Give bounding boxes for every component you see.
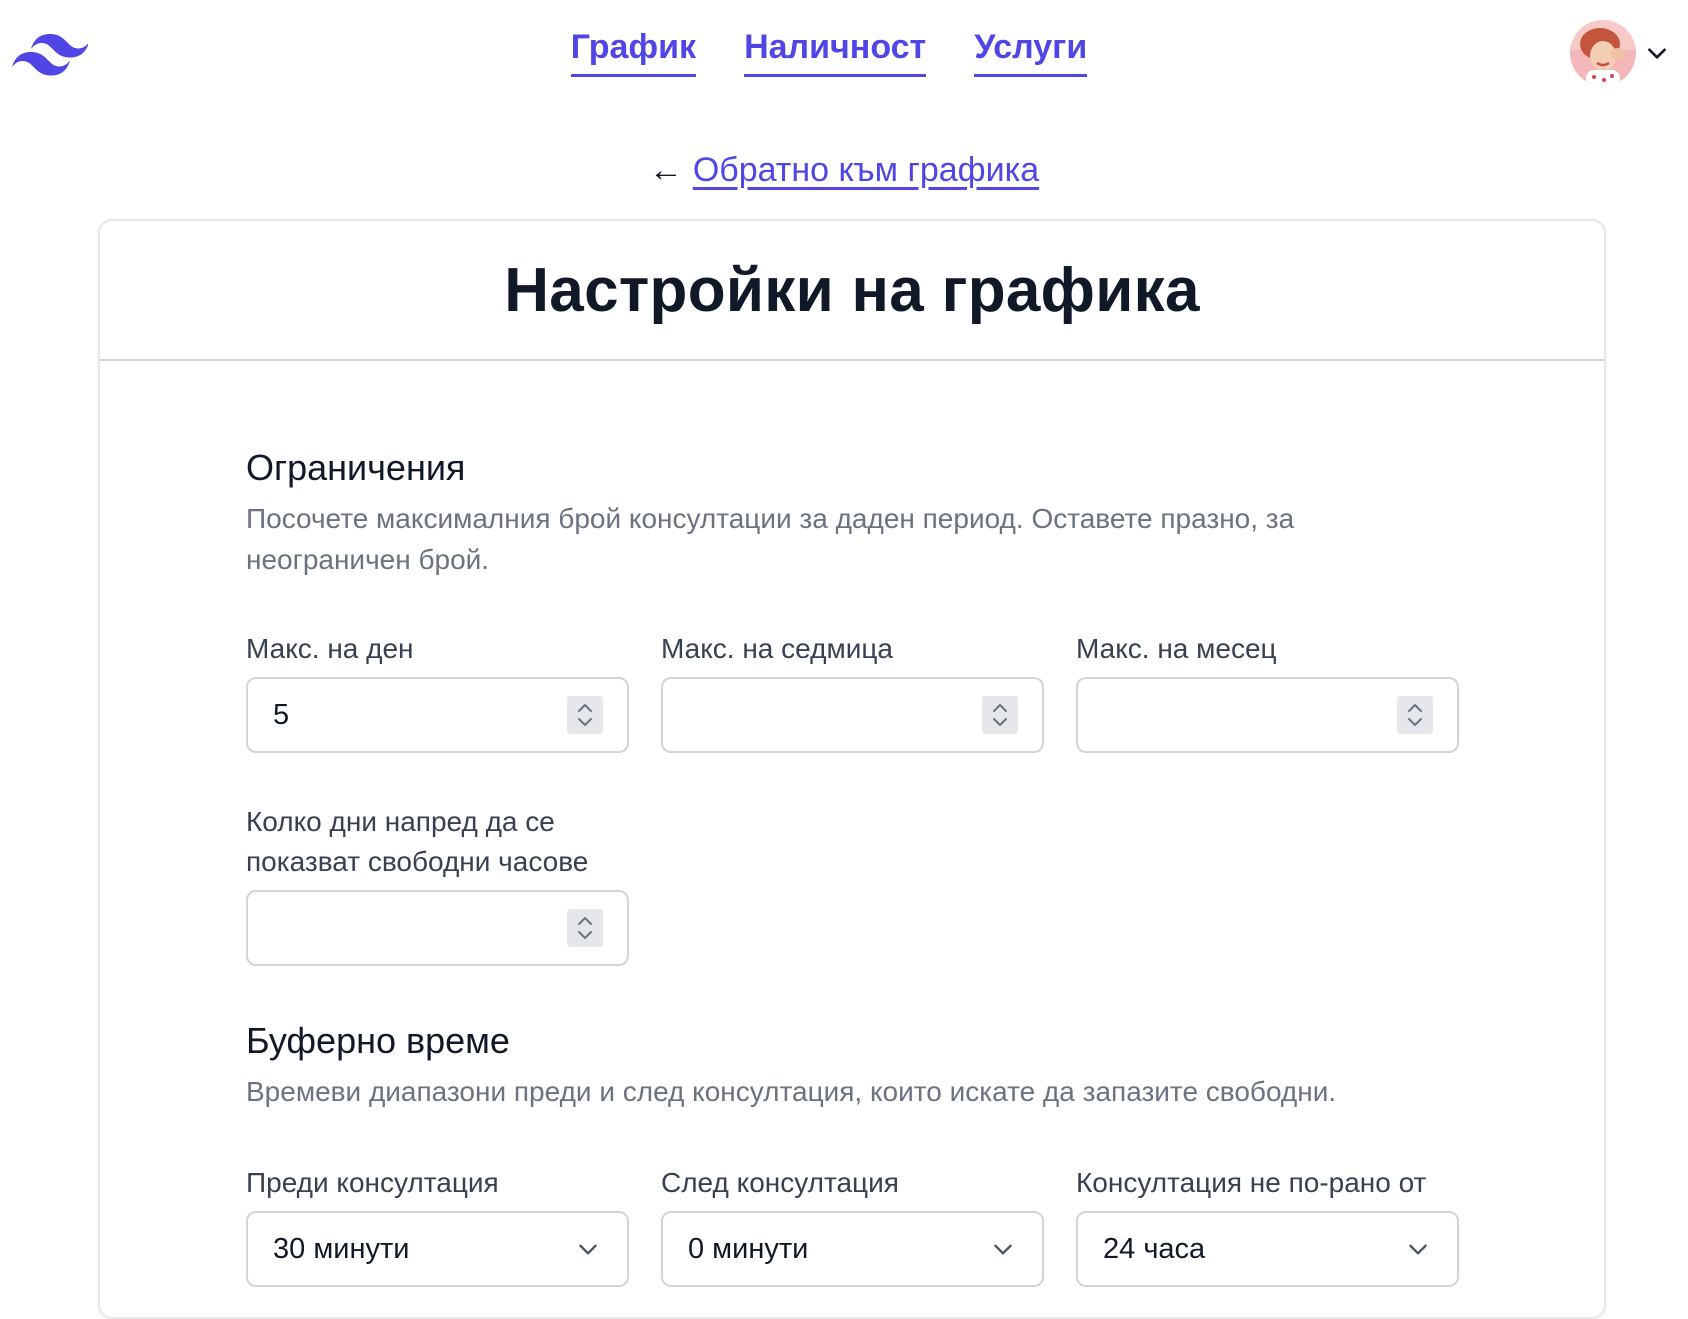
after-consultation-field: След консултация 0 минути	[661, 1163, 1044, 1287]
buffer-section-title: Буферно време	[246, 1020, 510, 1061]
max-per-week-label: Макс. на седмица	[661, 633, 893, 664]
nav-link-availability[interactable]: Наличност	[744, 30, 927, 77]
before-consultation-field: Преди консултация 30 минути	[246, 1163, 629, 1287]
chevron-down-icon	[579, 1244, 597, 1255]
days-ahead-input[interactable]	[246, 890, 629, 966]
after-consultation-value: 0 минути	[688, 1233, 809, 1265]
buffer-section: Буферно време Времеви диапазони преди и …	[246, 1019, 1476, 1112]
limits-section-title: Ограничения	[246, 447, 466, 488]
back-arrow-icon: ←	[648, 151, 683, 189]
after-consultation-select[interactable]: 0 минути	[661, 1211, 1044, 1287]
max-per-day-value: 5	[273, 699, 290, 731]
settings-card: Настройки на графика Ограничения Посочет…	[98, 219, 1606, 1319]
buffer-section-description: Времеви диапазони преди и след консултац…	[246, 1076, 1337, 1107]
back-to-schedule-link[interactable]: Обратно към графика	[693, 151, 1039, 189]
max-per-week-input[interactable]	[661, 677, 1044, 753]
number-stepper-icon[interactable]	[567, 696, 603, 734]
earliest-consultation-value: 24 часа	[1103, 1233, 1206, 1265]
max-per-week-field: Макс. на седмица	[661, 629, 1044, 753]
number-stepper-icon[interactable]	[1397, 696, 1433, 734]
max-per-day-label: Макс. на ден	[246, 633, 414, 664]
number-stepper-icon[interactable]	[567, 909, 603, 947]
page-title: Настройки на графика	[504, 255, 1200, 325]
top-navigation-bar: График Наличност Услуги	[0, 0, 1688, 110]
limits-section: Ограничения Посочете максималния брой ко…	[246, 446, 1476, 580]
before-consultation-label: Преди консултация	[246, 1167, 499, 1198]
chevron-down-icon	[994, 1244, 1012, 1255]
days-ahead-field: Колко дни напред да се показват свободни…	[246, 802, 629, 966]
limits-section-description: Посочете максималния брой консултации за…	[246, 503, 1295, 575]
earliest-consultation-label: Консултация не по-рано от	[1076, 1167, 1427, 1198]
after-consultation-label: След консултация	[661, 1167, 899, 1198]
user-menu[interactable]	[1570, 20, 1670, 86]
max-per-month-label: Макс. на месец	[1076, 633, 1277, 664]
before-consultation-select[interactable]: 30 минути	[246, 1211, 629, 1287]
nav-link-services[interactable]: Услуги	[974, 30, 1088, 77]
back-row: ← Обратно към графика	[0, 150, 1688, 190]
earliest-consultation-field: Консултация не по-рано от 24 часа	[1076, 1163, 1459, 1287]
max-per-month-field: Макс. на месец	[1076, 629, 1459, 753]
number-stepper-icon[interactable]	[982, 696, 1018, 734]
card-header: Настройки на графика	[100, 221, 1604, 361]
days-ahead-label: Колко дни напред да се показват свободни…	[246, 806, 589, 877]
max-per-month-input[interactable]	[1076, 677, 1459, 753]
max-per-day-field: Макс. на ден 5	[246, 629, 629, 753]
main-nav: График Наличност Услуги	[0, 30, 1688, 77]
nav-link-schedule[interactable]: График	[570, 30, 697, 77]
chevron-down-icon	[1409, 1244, 1427, 1255]
max-per-day-input[interactable]: 5	[246, 677, 629, 753]
avatar[interactable]	[1570, 20, 1636, 86]
before-consultation-value: 30 минути	[273, 1233, 410, 1265]
earliest-consultation-select[interactable]: 24 часа	[1076, 1211, 1459, 1287]
chevron-down-icon[interactable]	[1644, 40, 1670, 66]
